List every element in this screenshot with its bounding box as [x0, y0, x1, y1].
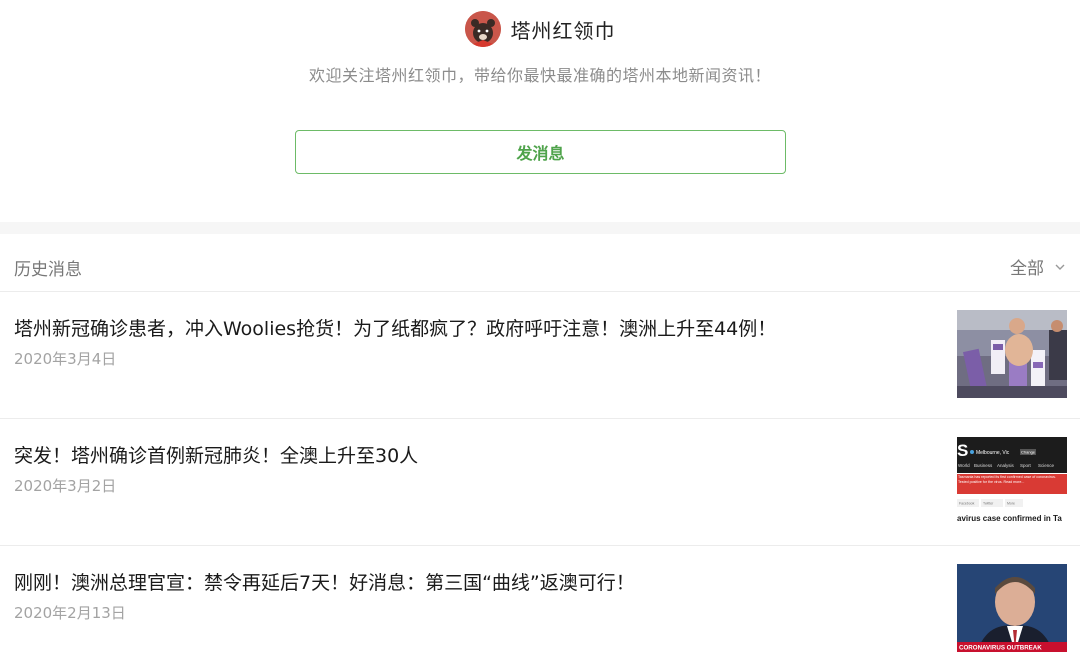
bear-avatar-icon[interactable] [464, 11, 501, 47]
send-message-button[interactable]: 发消息 [295, 130, 786, 174]
article-thumbnail [957, 310, 1067, 398]
article-date: 2020年3月2日 [14, 477, 117, 495]
section-divider [0, 222, 1080, 234]
article-item[interactable]: 刚刚！澳洲总理官宣：禁令再延后7天！好消息：第三国“曲线”返澳可行！ 2020年… [0, 546, 1080, 660]
svg-text:Twitter: Twitter [983, 502, 994, 506]
article-thumbnail: S Melbourne, Vic Change World Business A… [957, 437, 1067, 525]
article-title: 塔州新冠确诊患者，冲入Woolies抢货！为了纸都疯了？政府呼吁注意！澳洲上升至… [14, 318, 777, 340]
svg-text:Analysis: Analysis [997, 463, 1015, 468]
article-thumbnail: CORONAVIRUS OUTBREAK [957, 564, 1067, 652]
svg-text:Science: Science [1038, 463, 1055, 468]
svg-text:World: World [958, 463, 970, 468]
history-header: 历史消息 全部 [0, 234, 1080, 292]
article-title: 突发！塔州确诊首例新冠肺炎！全澳上升至30人 [14, 445, 419, 467]
svg-text:More: More [1007, 502, 1015, 506]
svg-text:S: S [957, 441, 968, 460]
filter-label: 全部 [1010, 259, 1044, 279]
article-title: 刚刚！澳洲总理官宣：禁令再延后7天！好消息：第三国“曲线”返澳可行！ [14, 572, 635, 594]
svg-text:CORONAVIRUS OUTBREAK: CORONAVIRUS OUTBREAK [959, 645, 1042, 652]
svg-text:Melbourne, Vic: Melbourne, Vic [976, 450, 1010, 456]
article-item[interactable]: 塔州新冠确诊患者，冲入Woolies抢货！为了纸都疯了？政府呼吁注意！澳洲上升至… [0, 292, 1080, 419]
article-date: 2020年3月4日 [14, 350, 117, 368]
chevron-down-icon [1055, 264, 1065, 270]
article-item[interactable]: 突发！塔州确诊首例新冠肺炎！全澳上升至30人 2020年3月2日 S Melbo… [0, 419, 1080, 546]
svg-text:Sport: Sport [1020, 463, 1032, 468]
account-description: 欢迎关注塔州红领巾，带给你最快最准确的塔州本地新闻资讯！ [308, 66, 771, 85]
history-filter-dropdown[interactable]: 全部 [1010, 254, 1066, 279]
history-title: 历史消息 [14, 260, 82, 280]
account-profile-header: 塔州红领巾 欢迎关注塔州红领巾，带给你最快最准确的塔州本地新闻资讯！ 发消息 [0, 0, 1080, 222]
svg-text:Change: Change [1021, 450, 1036, 455]
article-date: 2020年2月13日 [14, 604, 126, 622]
account-name-row: 塔州红领巾 [0, 11, 1080, 47]
svg-text:avirus case confirmed in Ta: avirus case confirmed in Ta [957, 514, 1062, 523]
account-name: 塔州红领巾 [510, 18, 616, 43]
svg-text:Business: Business [974, 463, 993, 468]
svg-text:Facebook: Facebook [959, 502, 975, 506]
